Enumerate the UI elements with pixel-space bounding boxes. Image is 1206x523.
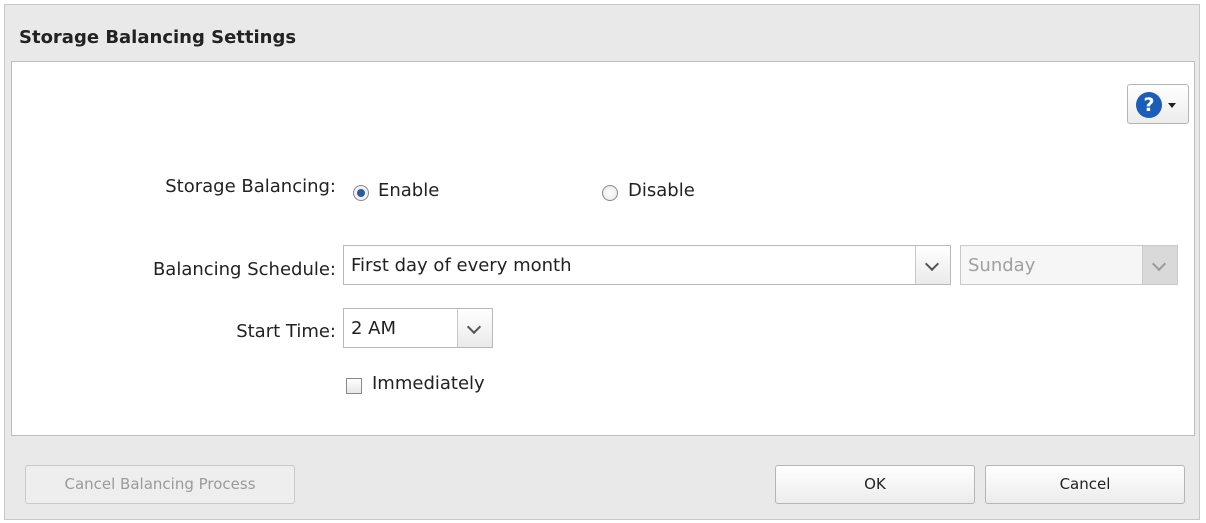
enable-radio[interactable]	[353, 185, 369, 201]
help-menu-button[interactable]: ?	[1127, 84, 1189, 124]
chevron-down-icon	[924, 256, 940, 272]
cancel-button[interactable]: Cancel	[985, 465, 1185, 504]
disable-radio[interactable]	[602, 185, 618, 201]
start-time-value: 2 AM	[351, 318, 397, 339]
dialog-title: Storage Balancing Settings	[19, 27, 297, 48]
start-time-label: Start Time:	[236, 321, 336, 342]
schedule-dropdown-arrow[interactable]	[915, 246, 950, 284]
balancing-schedule-select[interactable]: First day of every month	[343, 245, 951, 285]
cancel-balancing-process-button[interactable]: Cancel Balancing Process	[25, 465, 295, 504]
settings-panel: ? Storage Balancing: Enable Disable Bala…	[11, 61, 1195, 436]
disable-label[interactable]: Disable	[628, 180, 695, 201]
dropdown-caret-icon	[1168, 103, 1176, 108]
day-dropdown-arrow	[1142, 246, 1177, 284]
immediately-label[interactable]: Immediately	[372, 373, 485, 394]
radio-selected-dot	[357, 189, 365, 197]
ok-button[interactable]: OK	[775, 465, 975, 504]
day-of-week-value: Sunday	[968, 255, 1036, 276]
chevron-down-icon	[1151, 256, 1167, 272]
immediately-checkbox[interactable]	[346, 378, 362, 394]
start-time-select[interactable]: 2 AM	[343, 308, 493, 348]
start-time-dropdown-arrow[interactable]	[457, 309, 492, 347]
storage-balancing-label: Storage Balancing:	[165, 176, 336, 197]
help-icon: ?	[1136, 92, 1162, 118]
enable-label[interactable]: Enable	[378, 180, 439, 201]
day-of-week-select: Sunday	[960, 245, 1178, 285]
storage-balancing-dialog: Storage Balancing Settings ? Storage Bal…	[4, 4, 1200, 520]
balancing-schedule-value: First day of every month	[351, 255, 572, 276]
chevron-down-icon	[466, 319, 482, 335]
balancing-schedule-label: Balancing Schedule:	[152, 259, 336, 280]
